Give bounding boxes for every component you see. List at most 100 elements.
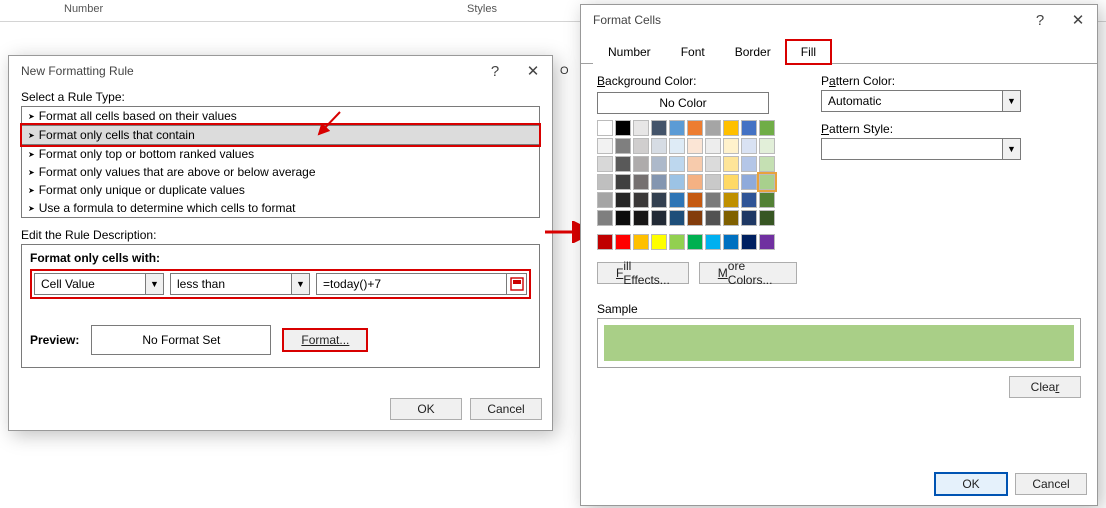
help-button[interactable]: ? [476,56,514,86]
color-swatch[interactable] [615,120,631,136]
color-swatch[interactable] [687,192,703,208]
color-swatch[interactable] [687,156,703,172]
color-swatch[interactable] [687,120,703,136]
color-swatch[interactable] [669,120,685,136]
color-swatch[interactable] [759,138,775,154]
color-swatch[interactable] [615,138,631,154]
tab-number[interactable]: Number [593,40,666,64]
tab-font[interactable]: Font [666,40,720,64]
color-swatch[interactable] [669,192,685,208]
format-button[interactable]: Format... [283,329,367,351]
fill-effects-button[interactable]: Fill Effects... [597,262,689,284]
color-swatch[interactable] [759,210,775,226]
color-swatch[interactable] [615,234,631,250]
color-swatch[interactable] [651,120,667,136]
color-swatch[interactable] [651,234,667,250]
formula-input[interactable] [317,274,506,294]
color-swatch[interactable] [741,192,757,208]
color-swatch[interactable] [633,174,649,190]
rule-type-item[interactable]: Use a formula to determine which cells t… [22,199,539,217]
color-swatch[interactable] [597,138,613,154]
more-colors-button[interactable]: More Colors... [699,262,797,284]
condition-value-input[interactable] [316,273,527,295]
color-swatch[interactable] [687,210,703,226]
color-swatch[interactable] [597,192,613,208]
color-swatch[interactable] [741,138,757,154]
color-swatch[interactable] [651,138,667,154]
color-swatch[interactable] [723,210,739,226]
chevron-down-icon[interactable]: ▼ [145,274,163,294]
range-picker-icon[interactable] [506,274,526,294]
dialog-title-bar[interactable]: New Formatting Rule ? ✕ [9,56,552,86]
color-swatch[interactable] [687,174,703,190]
color-swatch[interactable] [615,192,631,208]
rule-type-item-selected[interactable]: Format only cells that contain [22,125,539,145]
color-swatch[interactable] [651,174,667,190]
cancel-button[interactable]: Cancel [1015,473,1087,495]
color-swatch[interactable] [597,234,613,250]
dialog-title-bar[interactable]: Format Cells ? ✕ [581,5,1097,35]
color-swatch[interactable] [597,210,613,226]
color-swatch[interactable] [723,192,739,208]
color-swatch[interactable] [741,156,757,172]
color-swatch[interactable] [687,234,703,250]
rule-type-item[interactable]: Format all cells based on their values [22,107,539,125]
close-button[interactable]: ✕ [514,56,552,86]
color-swatch[interactable] [615,156,631,172]
color-swatch[interactable] [633,138,649,154]
color-swatch[interactable] [597,156,613,172]
color-swatch[interactable] [705,120,721,136]
color-swatch[interactable] [741,174,757,190]
color-swatch[interactable] [633,192,649,208]
clear-button[interactable]: Clear [1009,376,1081,398]
condition-subject-combo[interactable]: Cell Value ▼ [34,273,164,295]
color-swatch[interactable] [741,234,757,250]
ok-button[interactable]: OK [390,398,462,420]
color-swatch[interactable] [669,210,685,226]
color-swatch[interactable] [705,192,721,208]
color-swatch[interactable] [669,156,685,172]
color-swatch[interactable] [705,210,721,226]
color-swatch[interactable] [759,234,775,250]
color-swatch[interactable] [687,138,703,154]
no-color-button[interactable]: No Color [597,92,769,114]
color-swatch[interactable] [705,138,721,154]
color-swatch[interactable] [723,138,739,154]
pattern-style-combo[interactable]: ▼ [821,138,1021,160]
color-swatch[interactable] [651,156,667,172]
column-header-o[interactable]: O [560,65,578,77]
color-swatch[interactable] [615,210,631,226]
color-swatch[interactable] [723,120,739,136]
tab-fill[interactable]: Fill [786,40,831,64]
color-swatch[interactable] [705,156,721,172]
tab-border[interactable]: Border [720,40,786,64]
color-swatch[interactable] [669,174,685,190]
chevron-down-icon[interactable]: ▼ [1002,91,1020,111]
color-swatch[interactable] [705,234,721,250]
ok-button[interactable]: OK [935,473,1007,495]
color-swatch[interactable] [759,174,775,190]
condition-operator-combo[interactable]: less than ▼ [170,273,310,295]
rule-type-item[interactable]: Format only values that are above or bel… [22,163,539,181]
color-swatch[interactable] [633,156,649,172]
color-swatch[interactable] [597,120,613,136]
color-swatch[interactable] [651,192,667,208]
rule-type-list[interactable]: Format all cells based on their values F… [21,106,540,218]
color-swatch[interactable] [759,192,775,208]
chevron-down-icon[interactable]: ▼ [291,274,309,294]
color-swatch[interactable] [759,120,775,136]
color-swatch[interactable] [597,174,613,190]
color-swatch[interactable] [741,120,757,136]
color-swatch[interactable] [615,174,631,190]
color-swatch[interactable] [633,234,649,250]
close-button[interactable]: ✕ [1059,5,1097,35]
color-swatch[interactable] [759,156,775,172]
rule-type-item[interactable]: Format only unique or duplicate values [22,181,539,199]
cancel-button[interactable]: Cancel [470,398,542,420]
rule-type-item[interactable]: Format only top or bottom ranked values [22,145,539,163]
color-swatch[interactable] [741,210,757,226]
help-button[interactable]: ? [1021,5,1059,35]
color-swatch[interactable] [723,174,739,190]
color-swatch[interactable] [723,156,739,172]
color-swatch[interactable] [705,174,721,190]
